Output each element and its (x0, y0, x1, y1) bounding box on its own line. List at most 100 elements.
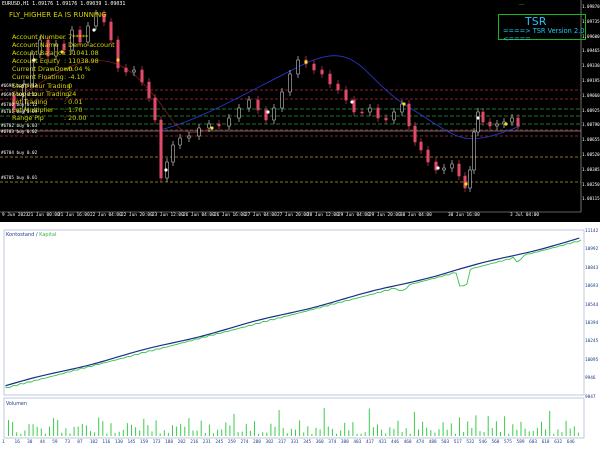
candle (368, 107, 372, 113)
equity-y-tick: 9847 (585, 394, 596, 400)
price-x-tick: 27 Jun 04:00 (245, 213, 277, 218)
volume-bar (180, 423, 182, 436)
volume-bar (500, 431, 501, 436)
equity-x-tick: 331 (290, 440, 299, 445)
candle (280, 91, 284, 109)
mt4-terminal: EURUSD,H1 1.09176 1.09176 1.09039 1.0903… (0, 0, 600, 450)
price-y-tick: 1.09060 (582, 92, 600, 98)
price-x-tick: 3 Jul 04:00 (510, 213, 540, 218)
volume-bar (434, 432, 436, 436)
volume-bar (16, 432, 18, 436)
volume-bar (532, 430, 534, 436)
volume-bar (135, 427, 137, 436)
trade-marker (304, 60, 308, 64)
volume-bar (8, 420, 9, 436)
price-y-tick: 1.09330 (582, 63, 600, 69)
volume-bar (344, 422, 346, 436)
volume-bar (454, 433, 456, 436)
candle (227, 117, 231, 127)
volume-bar (131, 424, 132, 436)
legend-balance: Kontostand (6, 232, 35, 238)
order-level-label: #6702 buy 0.03 (1, 124, 38, 129)
candle (510, 117, 514, 123)
price-y-tick: 1.09195 (582, 78, 600, 83)
volume-bar (450, 423, 452, 436)
price-chart[interactable]: EURUSD,H1 1.09176 1.09176 1.09039 1.0903… (0, 0, 600, 222)
equity-x-tick: 245 (215, 440, 224, 445)
volume-bar (430, 430, 432, 436)
volume-bar (512, 424, 514, 436)
candle (344, 89, 348, 101)
equity-x-tick: 403 (353, 440, 362, 445)
volume-bar (479, 431, 481, 436)
volume-bar (327, 426, 329, 436)
info-label: Account Balance (12, 49, 66, 58)
volume-bar (98, 417, 100, 436)
volume-bar (323, 407, 325, 436)
volume-bar (208, 424, 210, 436)
volume-bar (299, 420, 301, 436)
price-x-tick: 29 Jun 04:00 (338, 213, 370, 218)
equity-x-tick: 646 (566, 440, 575, 445)
volume-bar (126, 423, 128, 436)
volume-bar (20, 433, 22, 436)
volume-bar (541, 421, 542, 436)
equity-x-tick: 202 (177, 440, 186, 445)
equity-x-tick: 446 (391, 440, 399, 445)
volume-bar (331, 428, 333, 436)
volume-bar (409, 433, 411, 436)
equity-x-axis: 1 16 30 44 59 73 87 102 116 130 145 159 173 188 202 216… (0, 439, 590, 448)
candle (413, 125, 417, 143)
equity-y-tick: 10992 (585, 247, 599, 253)
equity-x-tick: 360 (315, 440, 324, 445)
equity-x-tick: 216 (190, 440, 199, 445)
volume-bar (295, 429, 296, 436)
volume-bar (516, 429, 518, 436)
price-x-tick: 28 Jun 12:00 (307, 213, 339, 218)
price-y-tick: 1.09600 (582, 33, 600, 39)
volume-bar (61, 432, 63, 436)
candle (426, 149, 430, 163)
volume-bar (372, 427, 374, 436)
volume-bar (282, 428, 284, 436)
equity-x-tick: 16 (14, 440, 20, 445)
info-value: : 0.01 (64, 97, 83, 106)
volume-bar (459, 417, 460, 436)
price-x-tick: 9 Jun 2023 (2, 213, 29, 218)
trade-marker (210, 126, 214, 130)
info-value: : 24 (64, 89, 77, 98)
volume-bar (545, 429, 547, 436)
equity-x-tick: 288 (253, 440, 261, 445)
equity-y-tick: 10095 (585, 357, 599, 363)
equity-x-tick: 259 (227, 440, 236, 445)
equity-x-tick: 431 (378, 440, 387, 445)
equity-x-tick: 59 (52, 440, 58, 445)
volume-bar (262, 432, 264, 436)
volume-bar (73, 426, 75, 436)
candle (336, 83, 340, 91)
equity-y-tick: 10843 (585, 265, 599, 271)
trade-marker (164, 168, 168, 172)
equity-y-tick: 10544 (585, 302, 599, 308)
info-label: Account Name (12, 41, 59, 50)
price-x-tick: 30 Jun 16:00 (448, 213, 480, 218)
equity-y-tick: 10693 (585, 284, 599, 290)
volume-bar (192, 430, 194, 436)
order-level-label: #6704 buy 0.02 (1, 151, 38, 156)
volume-bar (40, 428, 42, 436)
equity-x-tick: 388 (340, 440, 349, 445)
candle (256, 99, 260, 111)
volume-bar (245, 423, 247, 436)
ma-line (159, 55, 521, 140)
price-y-tick: 1.09465 (582, 48, 600, 54)
candle (153, 97, 157, 121)
volume-bar (536, 428, 538, 436)
volume-bar (53, 418, 55, 436)
volume-bar (557, 429, 559, 436)
volume-bar (368, 408, 370, 436)
volume-bar (356, 433, 358, 436)
info-row: Current Floating: -4.10 (12, 73, 115, 81)
volume-bar (57, 420, 59, 436)
price-x-tick: 29 Jun 20:00 (369, 213, 401, 218)
equity-y-tick: 9946 (585, 376, 596, 382)
